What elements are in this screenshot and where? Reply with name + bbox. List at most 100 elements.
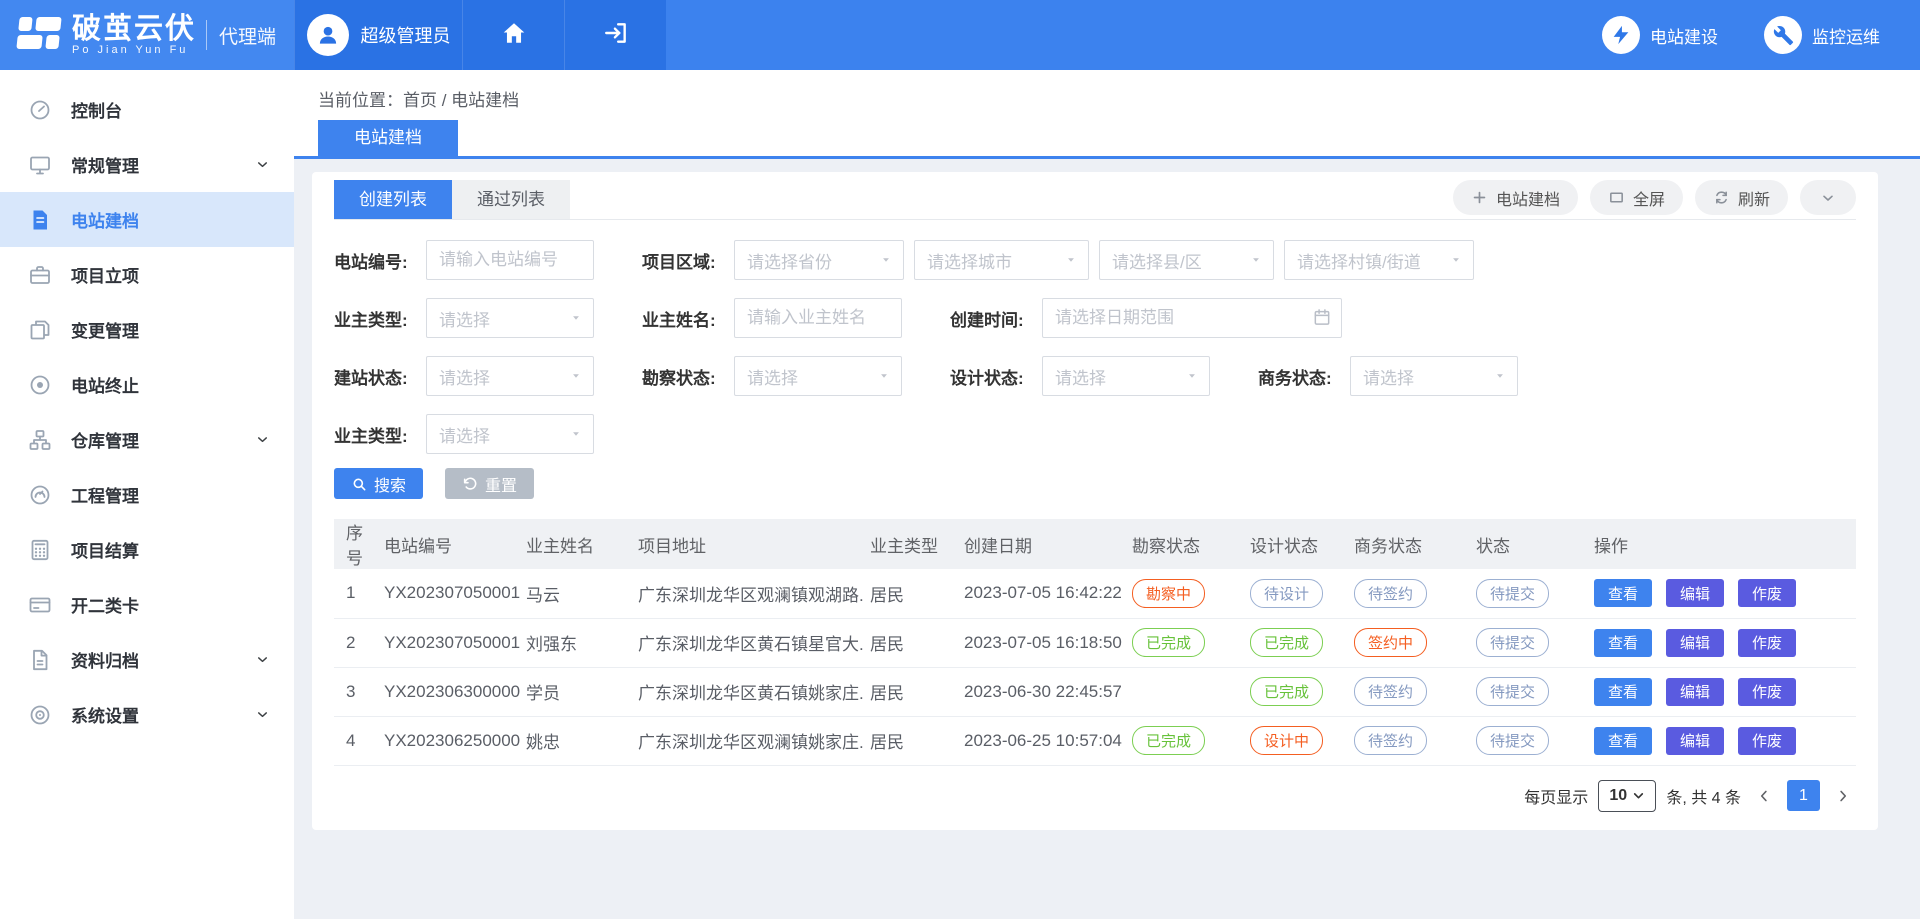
logo-divider	[206, 20, 207, 50]
per-page-select[interactable]: 10	[1598, 780, 1656, 812]
card-icon	[28, 593, 52, 617]
actions-cell: 查看编辑作废	[1588, 667, 1856, 716]
breadcrumb-label: 当前位置：	[318, 91, 403, 110]
address-cell: 广东深圳龙华区黄石镇姚家庄...	[632, 667, 864, 716]
address-cell: 广东深圳龙华区观澜镇姚家庄...	[632, 716, 864, 765]
design-status-select[interactable]: 请选择	[1042, 356, 1210, 396]
sidebar-item-general-management[interactable]: 常规管理	[0, 137, 294, 192]
portal-label: 代理端	[219, 22, 276, 49]
home-button[interactable]	[462, 0, 564, 70]
void-button[interactable]: 作废	[1738, 629, 1796, 657]
user-menu[interactable]: 超级管理员	[294, 0, 462, 70]
status-badge: 设计中	[1250, 726, 1323, 755]
view-button[interactable]: 查看	[1594, 727, 1652, 755]
sidebar-item-warehouse-management[interactable]: 仓库管理	[0, 412, 294, 467]
station-no-cell: YX2023070500011	[378, 569, 520, 618]
owner-type-cell: 居民	[864, 569, 958, 618]
col-station-no: 电站编号	[378, 519, 520, 569]
owner-cell: 学员	[520, 667, 632, 716]
survey-status-group: 勘察状态: 请选择	[642, 356, 902, 396]
create-station-button[interactable]: 电站建档	[1453, 180, 1578, 215]
create-time-label: 创建时间:	[950, 306, 1032, 331]
next-page-button[interactable]	[1830, 783, 1856, 809]
bolt-icon	[1602, 16, 1640, 54]
edit-button[interactable]: 编辑	[1666, 727, 1724, 755]
owner-type-group: 业主类型: 请选择	[334, 298, 594, 338]
page-tab-station-archive[interactable]: 电站建档	[318, 120, 458, 156]
avatar	[307, 14, 349, 56]
filter-row-1: 电站编号: 项目区域: 请选择省份 请选择城市 请选择县/区	[334, 240, 1856, 280]
view-button[interactable]: 查看	[1594, 629, 1652, 657]
col-created: 创建日期	[958, 519, 1126, 569]
reset-button[interactable]: 重置	[445, 468, 534, 499]
document-icon	[28, 208, 52, 232]
collapse-button[interactable]	[1800, 180, 1856, 215]
town-select[interactable]: 请选择村镇/街道	[1284, 240, 1474, 280]
business-status-select[interactable]: 请选择	[1350, 356, 1518, 396]
sidebar-item-data-archive[interactable]: 资料归档	[0, 632, 294, 687]
sidebar-item-station-termination[interactable]: 电站终止	[0, 357, 294, 412]
toolbar: 电站建档 全屏 刷新	[1453, 180, 1856, 215]
edit-button[interactable]: 编辑	[1666, 678, 1724, 706]
sidebar-item-project-settlement[interactable]: 项目结算	[0, 522, 294, 577]
station-no-input[interactable]	[426, 240, 594, 280]
void-button[interactable]: 作废	[1738, 678, 1796, 706]
status-cell: 待提交	[1470, 667, 1588, 716]
main-content: 当前位置：首页 / 电站建档 电站建档 创建列表 通过列表 电站建档 全屏	[294, 70, 1920, 919]
sidebar-item-second-class-card[interactable]: 开二类卡	[0, 577, 294, 632]
owner-cell: 姚忠	[520, 716, 632, 765]
owner-type-select[interactable]: 请选择	[426, 298, 594, 338]
sidebar-item-project-initiation[interactable]: 项目立项	[0, 247, 294, 302]
sidebar-item-change-management[interactable]: 变更管理	[0, 302, 294, 357]
date-range-input[interactable]	[1042, 298, 1342, 338]
reset-label: 重置	[485, 472, 517, 496]
prev-page-button[interactable]	[1751, 783, 1777, 809]
tab-passed-list[interactable]: 通过列表	[452, 180, 570, 219]
status-badge: 待提交	[1476, 677, 1549, 706]
select-caret-icon	[569, 311, 583, 325]
sidebar-item-label: 开二类卡	[71, 592, 139, 617]
tab-create-list[interactable]: 创建列表	[334, 180, 452, 219]
sidebar-item-system-settings[interactable]: 系统设置	[0, 687, 294, 742]
refresh-button[interactable]: 刷新	[1695, 180, 1788, 215]
owner-name-input[interactable]	[734, 298, 902, 338]
station-no-cell: YX2023062500004	[378, 716, 520, 765]
page-1-button[interactable]: 1	[1787, 780, 1820, 811]
station-no-group: 电站编号:	[334, 240, 594, 280]
view-button[interactable]: 查看	[1594, 579, 1652, 607]
nav-station-construction[interactable]: 电站建设	[1602, 16, 1718, 54]
sidebar-item-console[interactable]: 控制台	[0, 82, 294, 137]
logout-button[interactable]	[564, 0, 666, 70]
station-no-label: 电站编号:	[334, 248, 416, 273]
design-cell: 已完成	[1244, 618, 1348, 667]
build-status-select[interactable]: 请选择	[426, 356, 594, 396]
table-row: 1 YX2023070500011 马云 广东深圳龙华区观澜镇观湖路... 居民…	[334, 569, 1856, 618]
select-caret-icon	[877, 369, 891, 383]
search-button[interactable]: 搜索	[334, 468, 423, 499]
content-card: 创建列表 通过列表 电站建档 全屏	[312, 172, 1878, 830]
fullscreen-button[interactable]: 全屏	[1590, 180, 1683, 215]
edit-button[interactable]: 编辑	[1666, 579, 1724, 607]
city-select[interactable]: 请选择城市	[914, 240, 1089, 280]
province-select[interactable]: 请选择省份	[734, 240, 904, 280]
survey-status-select[interactable]: 请选择	[734, 356, 902, 396]
actions-cell: 查看编辑作废	[1588, 716, 1856, 765]
owner-cell: 马云	[520, 569, 632, 618]
void-button[interactable]: 作废	[1738, 727, 1796, 755]
sidebar-item-engineering-management[interactable]: 工程管理	[0, 467, 294, 522]
county-select[interactable]: 请选择县/区	[1099, 240, 1274, 280]
sidebar-item-label: 电站终止	[71, 372, 139, 397]
select-caret-icon	[879, 253, 893, 267]
filter-form: 电站编号: 项目区域: 请选择省份 请选择城市 请选择县/区	[334, 220, 1856, 499]
table-row: 2 YX2023070500010 刘强东 广东深圳龙华区黄石镇星官大... 居…	[334, 618, 1856, 667]
status-badge: 勘察中	[1132, 579, 1205, 608]
nav-monitoring-ops[interactable]: 监控运维	[1764, 16, 1880, 54]
edit-button[interactable]: 编辑	[1666, 629, 1724, 657]
void-button[interactable]: 作废	[1738, 579, 1796, 607]
sidebar-item-station-archive[interactable]: 电站建档	[0, 192, 294, 247]
owner-type2-select[interactable]: 请选择	[426, 414, 594, 454]
col-owner-type: 业主类型	[864, 519, 958, 569]
col-status: 状态	[1470, 519, 1588, 569]
view-button[interactable]: 查看	[1594, 678, 1652, 706]
search-label: 搜索	[374, 472, 406, 496]
